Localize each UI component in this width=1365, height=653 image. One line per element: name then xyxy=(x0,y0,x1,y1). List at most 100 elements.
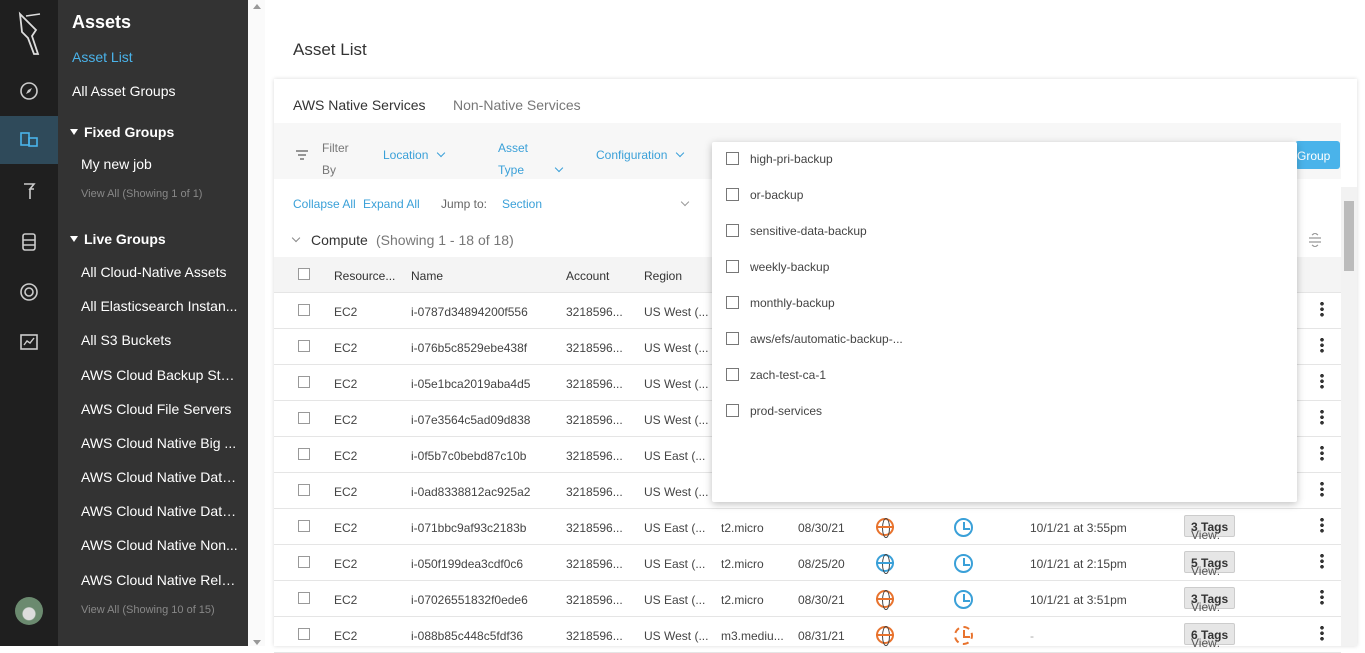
chevron-down-icon xyxy=(676,148,685,158)
live-group-item[interactable]: AWS Cloud Native Data... xyxy=(81,469,239,485)
col-name[interactable]: Name xyxy=(411,269,443,283)
cell-name[interactable]: i-0f5b7c0bebd87c10b xyxy=(411,449,526,463)
location-filter[interactable]: Location xyxy=(383,148,446,162)
live-group-item[interactable]: AWS Cloud Native Big ... xyxy=(81,435,239,451)
sidebar-item-all-asset-groups[interactable]: All Asset Groups xyxy=(72,83,176,99)
checkbox[interactable] xyxy=(726,188,739,201)
live-group-item[interactable]: All Elasticsearch Instan... xyxy=(81,298,239,314)
checkbox[interactable] xyxy=(726,332,739,345)
more-icon[interactable] xyxy=(1320,301,1324,317)
tab-non-native[interactable]: Non-Native Services xyxy=(453,97,581,113)
cell-type: EC2 xyxy=(334,377,358,391)
checkbox[interactable] xyxy=(726,224,739,237)
row-checkbox[interactable] xyxy=(298,556,310,568)
group-button[interactable]: Group xyxy=(1295,141,1340,169)
row-checkbox[interactable] xyxy=(298,628,310,640)
cell-account: 3218596... xyxy=(566,449,623,463)
more-icon[interactable] xyxy=(1320,517,1324,533)
row-checkbox[interactable] xyxy=(298,412,310,424)
target-icon[interactable] xyxy=(17,280,41,304)
live-group-item[interactable]: AWS Cloud Native Non... xyxy=(81,537,239,553)
cell-type: EC2 xyxy=(334,629,358,643)
live-group-item[interactable]: AWS Cloud Native Data... xyxy=(81,503,239,519)
cell-name[interactable]: i-088b85c448c5fdf36 xyxy=(411,629,523,643)
chevron-down-icon xyxy=(437,148,446,158)
density-icon[interactable] xyxy=(1308,233,1322,247)
view-tags-button[interactable]: View: 3 Tags xyxy=(1184,587,1236,614)
clock-icon xyxy=(954,518,973,537)
avatar[interactable] xyxy=(15,597,43,625)
cell-name[interactable]: i-07e3564c5ad09d838 xyxy=(411,413,530,427)
checkbox[interactable] xyxy=(726,152,739,165)
checkbox[interactable] xyxy=(726,260,739,273)
fixed-groups-toggle[interactable]: Fixed Groups xyxy=(70,124,174,140)
option-label: sensitive-data-backup xyxy=(750,224,867,238)
col-account[interactable]: Account xyxy=(566,269,609,283)
checkbox[interactable] xyxy=(726,368,739,381)
row-checkbox[interactable] xyxy=(298,304,310,316)
fixed-group-item[interactable]: My new job xyxy=(81,156,239,172)
cell-name[interactable]: i-050f199dea3cdf0c6 xyxy=(411,557,523,571)
live-groups-toggle[interactable]: Live Groups xyxy=(70,231,166,247)
more-icon[interactable] xyxy=(1320,481,1324,497)
cell-region: US East (... xyxy=(644,557,706,571)
sidebar-heading: Assets xyxy=(72,12,132,32)
configuration-filter[interactable]: Configuration xyxy=(596,148,685,162)
view-tags-button[interactable]: View: 3 Tags xyxy=(1184,515,1236,542)
expand-all-link[interactable]: Expand All xyxy=(363,197,420,211)
live-group-item[interactable]: AWS Cloud Native Rela... xyxy=(81,572,239,588)
cell-date: 08/30/21 xyxy=(798,521,845,535)
col-region[interactable]: Region xyxy=(644,269,682,283)
live-group-item[interactable]: All Cloud-Native Assets xyxy=(81,264,239,280)
row-checkbox[interactable] xyxy=(298,484,310,496)
collapse-all-link[interactable]: Collapse All xyxy=(293,197,356,211)
live-group-item[interactable]: AWS Cloud File Servers xyxy=(81,401,239,417)
collapse-chevron-icon[interactable] xyxy=(291,233,301,243)
row-checkbox[interactable] xyxy=(298,376,310,388)
sidebar-item-asset-list[interactable]: Asset List xyxy=(72,49,133,65)
cell-name[interactable]: i-05e1bca2019aba4d5 xyxy=(411,377,530,391)
checkbox[interactable] xyxy=(726,296,739,309)
live-group-item[interactable]: AWS Cloud Backup Sto... xyxy=(81,367,239,383)
row-checkbox[interactable] xyxy=(298,592,310,604)
more-icon[interactable] xyxy=(1320,625,1324,641)
chart-icon[interactable] xyxy=(17,330,41,354)
filter-by-label: Filter By xyxy=(322,141,349,177)
more-icon[interactable] xyxy=(1320,589,1324,605)
live-view-all-link[interactable]: View All (Showing 10 of 15) xyxy=(81,604,215,616)
cell-name[interactable]: i-071bbc9af93c2183b xyxy=(411,521,526,535)
table-row[interactable]: EC2 i-07026551832f0ede6 3218596... US Ea… xyxy=(274,581,1341,617)
cell-name[interactable]: i-076b5c8529ebe438f xyxy=(411,341,527,355)
more-icon[interactable] xyxy=(1320,445,1324,461)
live-group-item[interactable]: All S3 Buckets xyxy=(81,332,239,348)
more-icon[interactable] xyxy=(1320,553,1324,569)
cell-name[interactable]: i-07026551832f0ede6 xyxy=(411,593,528,607)
select-all-checkbox[interactable] xyxy=(298,268,310,280)
cell-name[interactable]: i-0ad8338812ac925a2 xyxy=(411,485,530,499)
cell-type: EC2 xyxy=(334,557,358,571)
row-checkbox[interactable] xyxy=(298,448,310,460)
more-icon[interactable] xyxy=(1320,337,1324,353)
assets-icon[interactable] xyxy=(0,116,58,164)
database-icon[interactable] xyxy=(17,230,41,254)
asset-type-filter[interactable]: Asset Type xyxy=(498,137,564,181)
table-row[interactable]: EC2 i-088b85c448c5fdf36 3218596... US We… xyxy=(274,617,1341,653)
fixed-view-all-link[interactable]: View All (Showing 1 of 1) xyxy=(81,188,202,200)
view-tags-button[interactable]: View: 6 Tags xyxy=(1184,623,1236,650)
table-row[interactable]: EC2 i-050f199dea3cdf0c6 3218596... US Ea… xyxy=(274,545,1341,581)
compass-icon[interactable] xyxy=(17,79,41,103)
row-checkbox[interactable] xyxy=(298,520,310,532)
section-select[interactable]: Section xyxy=(502,197,692,211)
main-scrollbar[interactable] xyxy=(248,0,265,646)
table-scrollbar[interactable] xyxy=(1341,187,1357,646)
col-resource[interactable]: Resource... xyxy=(334,269,395,283)
row-checkbox[interactable] xyxy=(298,340,310,352)
view-tags-button[interactable]: View: 5 Tags xyxy=(1184,551,1236,578)
table-row[interactable]: EC2 i-071bbc9af93c2183b 3218596... US Ea… xyxy=(274,509,1341,545)
cell-account: 3218596... xyxy=(566,521,623,535)
more-icon[interactable] xyxy=(1320,373,1324,389)
more-icon[interactable] xyxy=(1320,409,1324,425)
flag-icon[interactable] xyxy=(17,179,41,203)
cell-name[interactable]: i-0787d34894200f556 xyxy=(411,305,528,319)
checkbox[interactable] xyxy=(726,404,739,417)
